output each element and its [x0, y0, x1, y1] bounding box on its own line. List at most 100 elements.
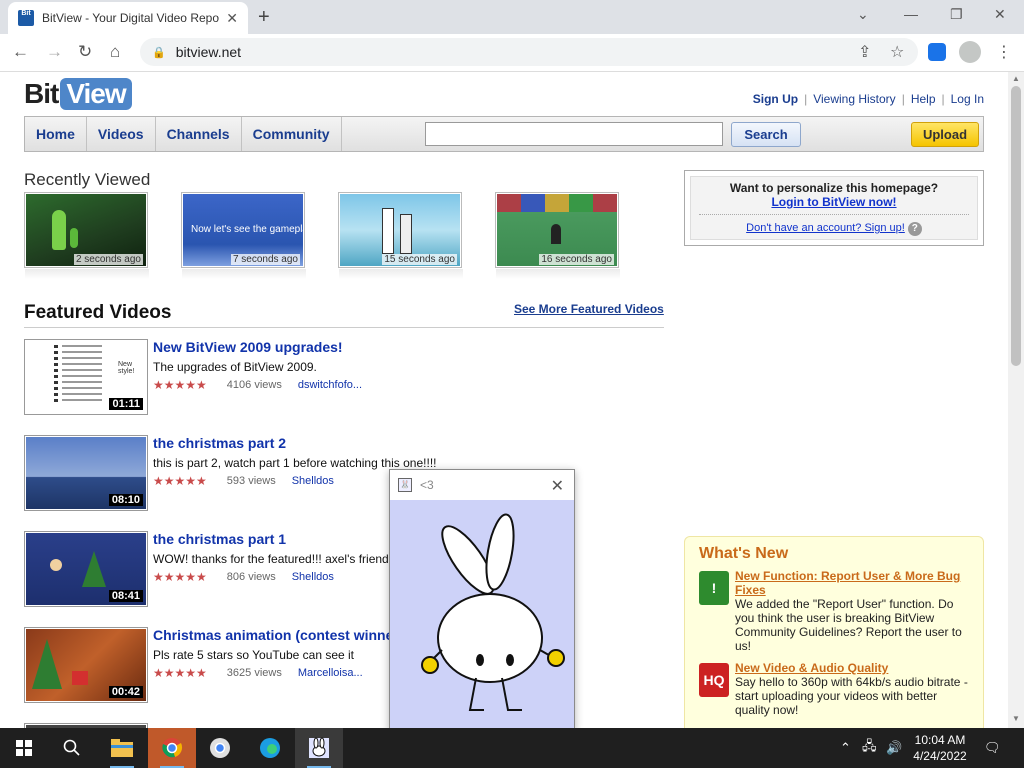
featured-divider — [24, 327, 664, 328]
bunny-app-taskbar-icon[interactable] — [295, 728, 343, 768]
thumbnail-image: 00:42 — [26, 629, 146, 701]
bookmark-star-icon[interactable]: ☆ — [890, 42, 904, 62]
star-rating-icon: ★★★★★ — [153, 378, 207, 392]
video-description: The upgrades of BitView 2009. — [153, 360, 317, 374]
video-thumbnail[interactable]: New style! 01:11 — [24, 339, 148, 415]
log-in-link[interactable]: Log In — [951, 92, 984, 106]
extension-icon[interactable] — [928, 43, 946, 61]
video-uploader-link[interactable]: Marcelloisa... — [298, 667, 363, 679]
video-thumbnail[interactable]: 08:10 — [24, 435, 148, 511]
login-now-link[interactable]: Login to BitView now! — [691, 195, 977, 209]
edge-icon[interactable] — [246, 728, 294, 768]
reload-icon[interactable]: ↻ — [78, 42, 92, 62]
bitview-favicon-icon: Bit — [18, 10, 34, 26]
search-button[interactable]: Search — [731, 122, 801, 147]
video-meta: ★★★★★ 806 views Shelldos — [153, 570, 334, 584]
home-icon[interactable]: ⌂ — [110, 42, 120, 62]
star-rating-icon: ★★★★★ — [153, 666, 207, 680]
tab-search-chevron-icon[interactable]: ⌄ — [857, 6, 869, 23]
browser-tab[interactable]: Bit BitView - Your Digital Video Repo ✕ — [8, 2, 248, 34]
search-input[interactable] — [425, 122, 723, 146]
thumb-reflection — [339, 269, 463, 279]
video-duration: 00:42 — [108, 686, 143, 698]
video-meta: ★★★★★ 593 views Shelldos — [153, 474, 334, 488]
chrome-icon[interactable] — [148, 728, 196, 768]
show-hidden-icons[interactable]: ⌃ — [840, 728, 851, 768]
video-duration: 08:10 — [108, 494, 143, 506]
network-icon[interactable]: 🖧 — [862, 728, 877, 768]
bunny-app-icon: 🐰 — [398, 478, 412, 492]
viewing-history-link[interactable]: Viewing History — [813, 92, 895, 106]
restore-icon[interactable]: ❐ — [950, 6, 963, 23]
chrome-alt-icon[interactable] — [196, 728, 244, 768]
window-close-icon[interactable]: ✕ — [994, 6, 1006, 23]
video-views: 4106 views — [226, 379, 282, 391]
nav-home[interactable]: Home — [25, 117, 87, 151]
video-title-link[interactable]: New BitView 2009 upgrades! — [153, 339, 343, 355]
upload-button[interactable]: Upload — [911, 122, 979, 147]
bitview-logo[interactable]: Bit View — [24, 76, 132, 112]
logo-bit-text: Bit — [24, 78, 59, 109]
video-uploader-link[interactable]: dswitchfofo... — [298, 379, 362, 391]
promo-inner: Want to personalize this homepage? Login… — [690, 176, 978, 240]
personalize-promo-box: Want to personalize this homepage? Login… — [684, 170, 984, 246]
browser-menu-icon[interactable]: ⋮ — [996, 42, 1012, 62]
nav-videos[interactable]: Videos — [87, 117, 156, 151]
share-icon[interactable]: ⇪ — [858, 42, 871, 62]
nav-channels[interactable]: Channels — [156, 117, 242, 151]
profile-avatar-icon[interactable] — [959, 41, 981, 63]
video-uploader-link[interactable]: Shelldos — [292, 475, 334, 487]
help-icon[interactable]: ? — [907, 222, 922, 236]
tab-close-icon[interactable]: ✕ — [226, 10, 238, 27]
recently-viewed-thumb[interactable]: Now let's see the gameplay 7 seconds ago — [181, 192, 306, 279]
system-clock[interactable]: 10:04 AM 4/24/2022 — [906, 732, 974, 764]
search-icon[interactable] — [48, 728, 96, 768]
video-thumbnail[interactable]: 00:42 — [24, 627, 148, 703]
whats-new-box: What's New ! New Function: Report User &… — [684, 536, 984, 728]
whats-new-item-title[interactable]: New Video & Audio Quality — [735, 661, 969, 675]
bunny-popup-window[interactable]: 🐰 <3 ✕ — [389, 469, 575, 731]
popup-close-icon[interactable]: ✕ — [551, 476, 564, 496]
scroll-down-icon[interactable]: ▼ — [1012, 714, 1020, 723]
star-rating-icon: ★★★★★ — [153, 570, 207, 584]
recently-viewed-thumb[interactable]: 16 seconds ago — [495, 192, 620, 279]
file-explorer-icon[interactable] — [98, 728, 146, 768]
see-more-featured-link[interactable]: See More Featured Videos — [514, 302, 664, 316]
recently-viewed-thumb[interactable]: 2 seconds ago — [24, 192, 149, 279]
windows-start-icon[interactable] — [0, 728, 48, 768]
star-rating-icon: ★★★★★ — [153, 474, 207, 488]
thumb-reflection — [25, 269, 149, 279]
clock-time: 10:04 AM — [914, 733, 966, 747]
new-tab-icon[interactable]: + — [258, 6, 270, 29]
scrollbar-thumb[interactable] — [1011, 86, 1021, 366]
signup-link[interactable]: Don't have an account? Sign up! — [746, 222, 905, 234]
back-arrow-icon[interactable]: ← — [12, 42, 29, 62]
scroll-up-icon[interactable]: ▲ — [1012, 74, 1020, 83]
lock-icon: 🔒 — [152, 46, 166, 59]
video-uploader-link[interactable]: Shelldos — [292, 571, 334, 583]
notification-icon[interactable]: 🗨 — [984, 728, 1001, 768]
video-title-link[interactable]: the christmas part 1 — [153, 531, 286, 547]
bunny-drawing — [421, 513, 565, 711]
video-title-link[interactable]: Christmas animation (contest winne — [153, 627, 393, 643]
sign-up-link[interactable]: Sign Up — [753, 92, 798, 106]
volume-icon[interactable]: 🔊 — [886, 728, 902, 768]
viewed-time: 7 seconds ago — [230, 254, 300, 265]
video-views: 806 views — [226, 571, 276, 583]
recently-viewed-heading: Recently Viewed — [24, 170, 151, 189]
top-links: Sign Up | Viewing History | Help | Log I… — [753, 92, 984, 106]
browser-tab-bar: Bit BitView - Your Digital Video Repo ✕ … — [0, 0, 1024, 34]
help-link[interactable]: Help — [911, 92, 936, 106]
minimize-icon[interactable]: — — [904, 6, 918, 22]
whats-new-item-text: Say hello to 360p with 64kb/s audio bitr… — [735, 675, 968, 717]
video-meta: ★★★★★ 4106 views dswitchfofo... — [153, 378, 362, 392]
forward-arrow-icon[interactable]: → — [46, 42, 63, 62]
address-bar[interactable]: 🔒 bitview.net — [140, 38, 918, 66]
recently-viewed-thumb[interactable]: 15 seconds ago — [338, 192, 463, 279]
whats-new-item-title[interactable]: New Function: Report User & More Bug Fix… — [735, 569, 969, 597]
page-scrollbar[interactable]: ▲ ▼ — [1008, 72, 1024, 728]
popup-title-bar[interactable]: 🐰 <3 — [390, 470, 574, 500]
nav-community[interactable]: Community — [242, 117, 342, 151]
video-thumbnail[interactable]: 08:41 — [24, 531, 148, 607]
video-title-link[interactable]: the christmas part 2 — [153, 435, 286, 451]
